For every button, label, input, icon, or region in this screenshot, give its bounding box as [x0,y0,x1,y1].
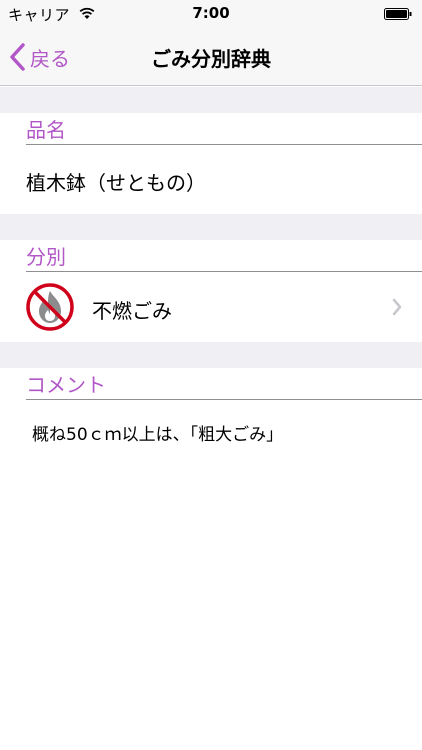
section-spacer [0,342,422,368]
item-name-value: 植木鉢（せともの） [26,171,206,195]
section-spacer [0,87,422,113]
item-name-header: 品名 [26,113,422,145]
category-value: 不燃ごみ [92,299,172,323]
clock: 7:00 [192,4,230,22]
page-title: ごみ分別辞典 [151,47,271,71]
category-header-label: 分別 [26,245,66,269]
navigation-bar: 戻る ごみ分別辞典 [0,28,422,86]
category-header: 分別 [26,240,422,272]
comment-header-label: コメント [26,373,106,397]
category-row[interactable]: 不燃ごみ [0,272,422,342]
battery-icon [384,8,412,20]
screen: キャリア 7:00 戻る ごみ分別辞典 品名 植木鉢（せともの） 分別 不燃ごみ… [0,0,422,750]
item-name-header-label: 品名 [26,118,66,142]
no-burn-icon [26,283,74,331]
status-bar: キャリア 7:00 [0,0,422,28]
section-spacer [0,214,422,240]
chevron-right-icon [392,298,402,316]
comment-header: コメント [26,368,422,400]
comment-value: 概ね50ｃｍ以上は、「粗大ごみ」 [32,425,284,445]
